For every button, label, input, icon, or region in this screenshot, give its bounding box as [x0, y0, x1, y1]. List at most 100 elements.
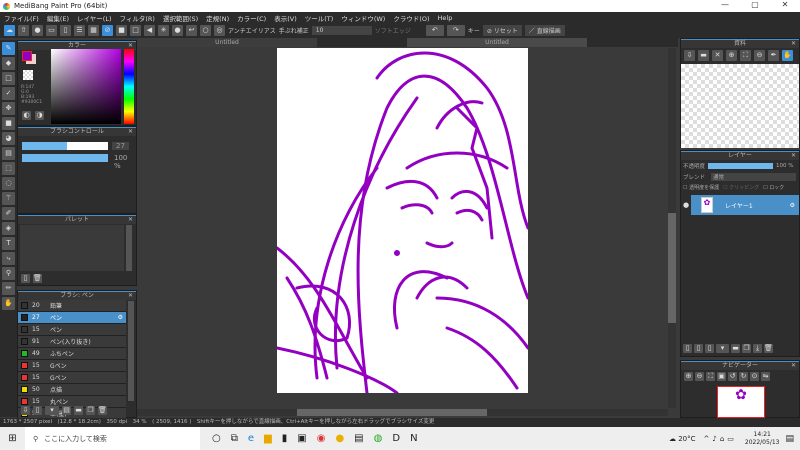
tab-untitled-2[interactable]: Untitled: [407, 38, 587, 47]
vertical-scroll-thumb[interactable]: [668, 213, 676, 323]
reset-rotation-icon[interactable]: ⊙: [750, 372, 759, 381]
rotate-right-icon[interactable]: ↻: [739, 372, 748, 381]
menu-item-10[interactable]: クラウド(O): [393, 13, 429, 23]
brush-item[interactable]: 15 Gペン: [18, 360, 126, 372]
cortana-icon[interactable]: ○: [212, 433, 221, 444]
menu-item-9[interactable]: ウィンドウ(W): [341, 13, 385, 23]
palette-scrollbar[interactable]: [126, 225, 132, 271]
n-app-icon[interactable]: N: [410, 433, 417, 444]
move-tool-icon[interactable]: ✥: [2, 102, 15, 115]
eraser-tool-icon[interactable]: ◆: [2, 57, 15, 70]
close-icon[interactable]: ✕: [791, 152, 796, 160]
eyedropper-tool-icon[interactable]: ⚲: [2, 267, 15, 280]
trash-icon[interactable]: 🗑: [764, 344, 773, 353]
layer-settings-icon[interactable]: ⚙: [790, 202, 795, 209]
merge-icon[interactable]: ⤓: [753, 344, 762, 353]
edge-icon[interactable]: e: [248, 433, 254, 444]
lock-checkbox[interactable]: ☐ ロック: [763, 184, 784, 191]
brush-scrollbar[interactable]: [128, 301, 134, 401]
magic-wand-tool-icon[interactable]: ⚚: [2, 192, 15, 205]
select-rect-icon[interactable]: □: [130, 25, 141, 36]
fit-icon[interactable]: ⛶: [706, 372, 715, 381]
bucket-tool-icon[interactable]: ◕: [2, 132, 15, 145]
navigator-preview[interactable]: ✿: [717, 386, 765, 418]
minimize-button[interactable]: —: [710, 0, 740, 9]
cloud-icon[interactable]: ☁: [4, 25, 15, 36]
circle-icon[interactable]: ●: [172, 25, 183, 36]
straight-line-button[interactable]: ／ 直線描画: [524, 25, 565, 36]
folder-icon[interactable]: ▬: [731, 344, 740, 353]
cloud-download-icon[interactable]: ⇩: [684, 50, 695, 61]
close-icon[interactable]: ✕: [128, 128, 133, 136]
zoom-out-icon[interactable]: ⊖: [754, 50, 765, 61]
zoom-out-icon[interactable]: ⊖: [695, 372, 704, 381]
close-icon[interactable]: ✕: [128, 292, 133, 300]
color-history-icon[interactable]: ◑: [35, 111, 44, 120]
brush-item[interactable]: 27 ペン ⚙: [18, 312, 126, 324]
operation-tool-icon[interactable]: ⤷: [2, 252, 15, 265]
d-app-icon[interactable]: D: [392, 433, 400, 444]
rotate-left-icon[interactable]: ↺: [728, 372, 737, 381]
brush-opacity-slider[interactable]: [22, 154, 108, 162]
taskbar-search[interactable]: ⚲ ここに入力して検索: [25, 427, 200, 450]
hand-tool-icon[interactable]: ✋: [2, 297, 15, 310]
menu-item-2[interactable]: レイヤー(L): [77, 13, 112, 23]
close-icon[interactable]: ✕: [791, 40, 796, 48]
actual-size-icon[interactable]: ▣: [717, 372, 726, 381]
menu-item-1[interactable]: 編集(E): [47, 13, 69, 23]
menu-item-6[interactable]: カラー(C): [237, 13, 266, 23]
clipping-checkbox[interactable]: ☐ クリッピング: [723, 184, 759, 191]
folder-icon[interactable]: ▬: [74, 406, 83, 415]
flip-icon[interactable]: ⇋: [761, 372, 770, 381]
medibang-icon[interactable]: ◉: [317, 433, 326, 444]
hand-icon[interactable]: ✋: [782, 50, 793, 61]
windows-start-icon[interactable]: ⊞: [0, 433, 25, 444]
zoom-in-icon[interactable]: ⊕: [726, 50, 737, 61]
brush-item[interactable]: 20 鉛筆: [18, 300, 126, 312]
new-palette-icon[interactable]: ▯: [21, 274, 30, 283]
close-icon[interactable]: ✕: [128, 216, 133, 224]
undo-icon[interactable]: ↶: [425, 25, 444, 36]
ring-icon[interactable]: ○: [200, 25, 211, 36]
new-brush-icon[interactable]: ▯: [33, 406, 42, 415]
paint-icon[interactable]: ▣: [297, 433, 306, 444]
menu-item-11[interactable]: Help: [438, 14, 453, 22]
task-view-icon[interactable]: ⧉: [231, 433, 238, 444]
add-brush-icon[interactable]: ▾: [45, 406, 59, 415]
open-folder-icon[interactable]: ▬: [698, 50, 709, 61]
target-icon[interactable]: ◎: [214, 25, 225, 36]
brush-item[interactable]: 91 ペン(入り抜き): [18, 336, 126, 348]
vertical-scrollbar[interactable]: [668, 48, 676, 408]
visibility-icon[interactable]: ●: [681, 201, 691, 209]
brush-item[interactable]: 15 ペン: [18, 324, 126, 336]
select-pen-tool-icon[interactable]: ✐: [2, 207, 15, 220]
text-tool-icon[interactable]: T: [2, 237, 15, 250]
chat-icon[interactable]: ▭: [46, 25, 57, 36]
horizontal-scrollbar[interactable]: [137, 409, 668, 416]
protect-alpha-checkbox[interactable]: ☐ 透明度を保護: [683, 184, 719, 191]
color-wheel-icon[interactable]: ◐: [22, 111, 31, 120]
antialias-checkbox[interactable]: アンチエイリアス: [228, 26, 276, 35]
curve-icon[interactable]: ↩: [186, 25, 197, 36]
primary-color-swatch[interactable]: [22, 51, 32, 61]
select-all-icon[interactable]: ■: [116, 25, 127, 36]
new-layer-icon[interactable]: ▯: [683, 344, 692, 353]
select-tool-icon[interactable]: ⬚: [2, 162, 15, 175]
brush-item[interactable]: 15 Gペン: [18, 372, 126, 384]
saturation-value-picker[interactable]: [51, 49, 121, 124]
select-sparkle-icon[interactable]: ✳: [158, 25, 169, 36]
copy-icon[interactable]: ❐: [86, 406, 95, 415]
trash-icon[interactable]: 🗑: [33, 274, 42, 283]
upload-icon[interactable]: ⇧: [18, 25, 29, 36]
chrome-icon[interactable]: ◍: [374, 433, 383, 444]
explorer-icon[interactable]: ▆: [264, 433, 272, 444]
reset-button[interactable]: ⊘ リセット: [482, 25, 522, 36]
lasso-tool-icon[interactable]: ◌: [2, 177, 15, 190]
layer-row[interactable]: ● ✿ レイヤー1 ⚙: [681, 195, 799, 215]
list-icon[interactable]: ☰: [74, 25, 85, 36]
brush-settings-icon[interactable]: ⚙: [118, 314, 123, 321]
close-button[interactable]: ✕: [770, 0, 800, 9]
app-icon[interactable]: ▮: [282, 433, 288, 444]
rect-tool-icon[interactable]: □: [2, 72, 15, 85]
brush-size-value[interactable]: 27: [112, 142, 129, 150]
